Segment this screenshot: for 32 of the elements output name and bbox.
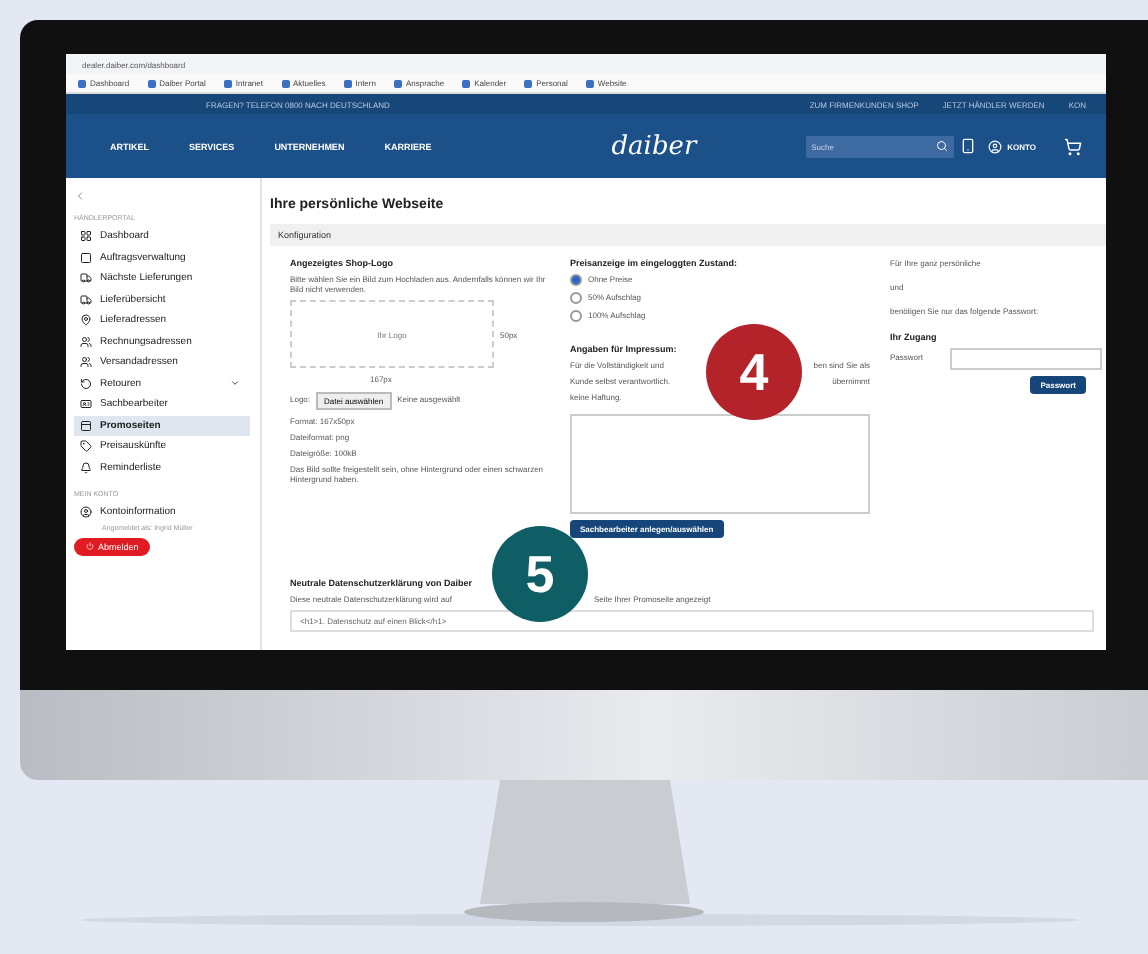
user-icon (987, 139, 1002, 153)
bookmark-icon (78, 79, 86, 87)
truck-icon (80, 293, 92, 306)
chevron-icon (230, 378, 240, 389)
id-card-icon (80, 398, 92, 411)
bookmark-icon (585, 79, 594, 87)
logo-text[interactable]: daiber (611, 131, 697, 161)
return-icon (80, 377, 92, 390)
bookmark-icon (223, 79, 232, 87)
users-icon (80, 356, 92, 369)
bookmark-icon (343, 79, 352, 87)
impressum-field[interactable] (570, 413, 870, 514)
bookmark-icon (393, 79, 402, 87)
back-icon[interactable] (74, 190, 86, 202)
bookmark-icon (462, 79, 471, 87)
power-icon (86, 542, 94, 550)
square-icon (80, 251, 92, 264)
bookmark-icon (524, 79, 533, 87)
cart-icon[interactable] (1064, 137, 1082, 155)
users-icon (80, 335, 92, 348)
grid-icon (80, 230, 92, 243)
bell-icon (80, 461, 92, 474)
window-icon (80, 419, 92, 432)
pin-icon (80, 314, 92, 327)
bookmark-icon (147, 79, 156, 87)
phone-icon[interactable] (959, 138, 976, 154)
bookmark-icon (281, 79, 289, 87)
password-field[interactable] (950, 347, 1103, 370)
tag-icon (80, 440, 92, 453)
search-icon (935, 140, 948, 152)
truck-icon (80, 272, 92, 285)
user-icon (80, 506, 92, 519)
